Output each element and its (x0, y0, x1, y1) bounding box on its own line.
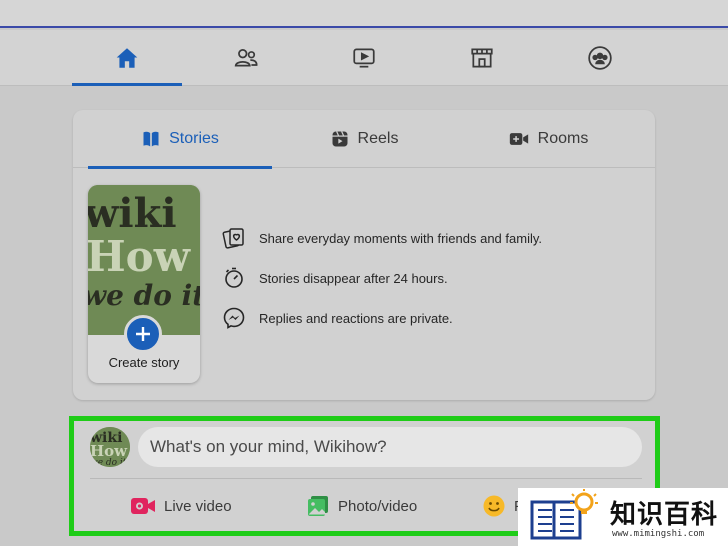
info-row-private: Replies and reactions are private. (221, 305, 453, 331)
watermark: 知识百科 www.mimingshi.com (518, 488, 728, 546)
top-navigation-bar (0, 30, 728, 86)
stories-card: Stories Reels Rooms wiki How we do it Cr… (73, 110, 655, 400)
feeling-icon (483, 495, 505, 517)
photo-video-label: Photo/video (338, 497, 418, 515)
live-video-icon (131, 498, 155, 514)
nav-home[interactable] (72, 30, 182, 86)
tab-stories[interactable]: Stories (88, 110, 272, 169)
svg-text:How: How (88, 232, 191, 281)
feeling-button[interactable]: F (482, 491, 523, 521)
post-input[interactable] (138, 427, 642, 467)
composer-divider (90, 478, 642, 479)
nav-marketplace[interactable] (427, 30, 537, 86)
groups-icon (588, 46, 612, 70)
tab-rooms[interactable]: Rooms (456, 110, 640, 168)
add-story-button[interactable] (124, 315, 162, 353)
info-private-text: Replies and reactions are private. (259, 310, 453, 326)
avatar[interactable]: wiki How we do it (90, 427, 130, 467)
svg-text:we do it: we do it (88, 279, 200, 312)
stopwatch-icon (225, 267, 243, 288)
live-video-button[interactable]: Live video (130, 491, 232, 521)
messenger-icon (223, 307, 245, 329)
svg-text:wiki: wiki (88, 190, 177, 237)
wikihow-logo: wiki How we do it (88, 185, 200, 335)
nav-watch[interactable] (309, 30, 419, 86)
tab-rooms-label: Rooms (537, 130, 589, 147)
browser-top-strip (0, 0, 728, 28)
watermark-url: www.mimingshi.com (612, 529, 705, 539)
nav-friends[interactable] (191, 30, 301, 86)
store-icon (471, 48, 493, 68)
live-video-label: Live video (164, 497, 232, 515)
info-share-text: Share everyday moments with friends and … (259, 230, 542, 246)
reels-icon (332, 131, 348, 147)
nav-groups[interactable] (545, 30, 655, 86)
friends-icon (234, 49, 258, 67)
plus-icon (136, 327, 150, 341)
create-story-label: Create story (108, 355, 180, 370)
photo-heart-icon (222, 228, 244, 249)
wikihow-avatar-logo: wiki How we do it (90, 427, 130, 467)
photo-icon (308, 496, 328, 516)
video-play-icon (353, 48, 375, 68)
book-icon (143, 131, 159, 147)
photo-video-button[interactable]: Photo/video (306, 491, 417, 521)
create-story-card[interactable]: wiki How we do it Create story (88, 185, 200, 383)
info-disappear-text: Stories disappear after 24 hours. (259, 270, 448, 286)
watermark-chinese-text: 知识百科 (610, 500, 719, 530)
tab-stories-label: Stories (169, 130, 219, 147)
svg-text:we do it: we do it (90, 458, 127, 467)
stories-tab-bar: Stories Reels Rooms (73, 110, 655, 169)
home-icon (116, 48, 138, 68)
info-row-share: Share everyday moments with friends and … (221, 225, 542, 251)
video-camera-plus-icon (509, 133, 528, 145)
create-story-image: wiki How we do it (88, 185, 200, 335)
tab-reels[interactable]: Reels (272, 110, 456, 168)
tab-reels-label: Reels (357, 130, 399, 147)
info-row-disappear: Stories disappear after 24 hours. (221, 265, 448, 291)
notebook-bulb-icon (530, 489, 598, 540)
